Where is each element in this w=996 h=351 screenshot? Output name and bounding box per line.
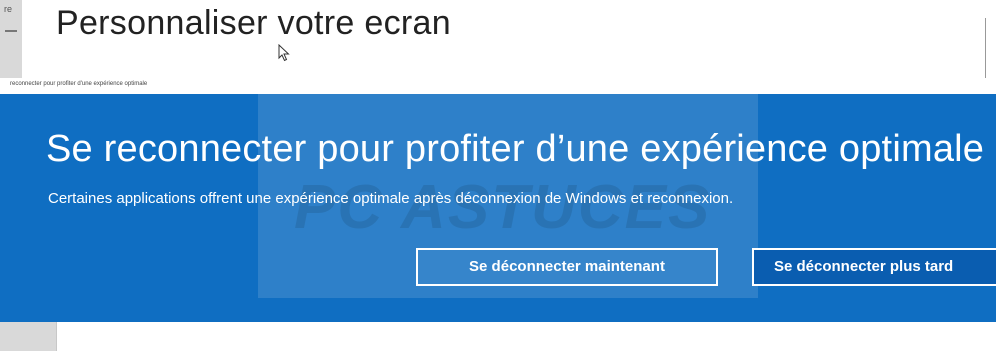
bottom-area [0,322,996,351]
sign-out-later-button[interactable]: Se déconnecter plus tard [752,248,996,286]
settings-window: Personnaliser votre ecran [22,0,996,79]
notification-caption-strip: reconnecter pour profiter d'une expérien… [0,78,996,94]
page-title: Personnaliser votre ecran [56,4,451,42]
divider [56,322,57,351]
banner-heading: Se reconnecter pour profiter d’une expér… [46,128,985,170]
sign-out-now-button[interactable]: Se déconnecter maintenant [416,248,718,286]
banner-description: Certaines applications offrent une expér… [48,190,734,207]
watermark-logo: PC ASTUCES [294,173,712,242]
notification-caption: reconnecter pour profiter d'une expérien… [10,81,148,87]
screen: re Personnaliser votre ecran reconnecter… [0,0,996,351]
background-window-stub-text: re [4,4,13,14]
reconnect-banner: PC ASTUCES Se reconnecter pour profiter … [0,94,996,322]
divider [5,30,17,32]
bottom-left-panel [0,322,56,351]
mouse-pointer-icon [278,44,290,62]
